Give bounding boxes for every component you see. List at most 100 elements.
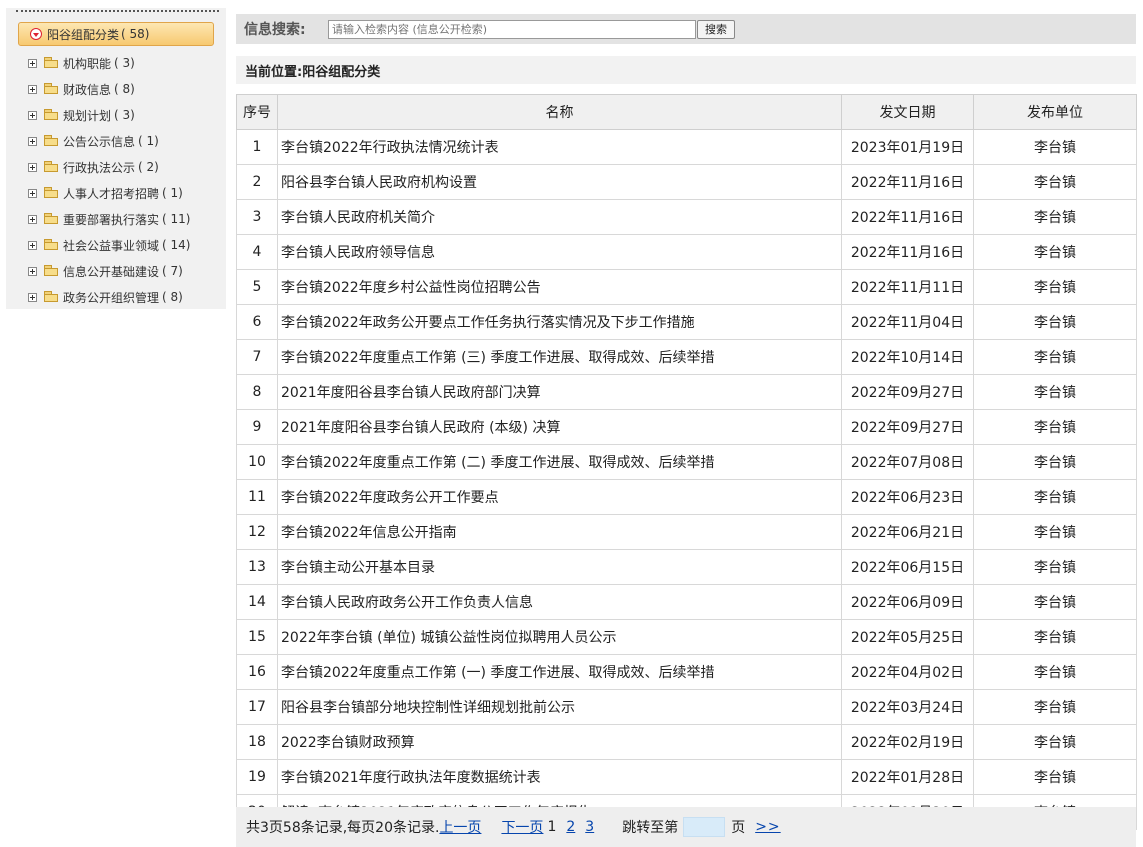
table-row: 4 李台镇人民政府领导信息 2022年11月16日 李台镇 bbox=[236, 234, 1137, 270]
tree-root-label: 阳谷组配分类 bbox=[47, 27, 120, 42]
document-title-link[interactable]: 李台镇主动公开基本目录 bbox=[277, 549, 842, 585]
document-title-link[interactable]: 李台镇2022年度重点工作第 (二) 季度工作进展、取得成效、后续举措 bbox=[277, 444, 842, 480]
sidebar-item[interactable]: 公告公示信息( 1) bbox=[28, 128, 190, 154]
sidebar-item-label: 行政执法公示 bbox=[63, 160, 136, 175]
folder-icon bbox=[44, 108, 58, 120]
folder-icon bbox=[44, 134, 58, 146]
sidebar-item-count: ( 3) bbox=[114, 108, 135, 122]
prev-page-link[interactable]: 上一页 bbox=[439, 817, 481, 837]
publish-unit: 李台镇 bbox=[973, 444, 1137, 480]
expand-icon[interactable] bbox=[28, 58, 37, 68]
publish-unit: 李台镇 bbox=[973, 304, 1137, 340]
folder-icon bbox=[44, 290, 58, 302]
sidebar-item-label: 社会公益事业领域 bbox=[63, 238, 160, 253]
publish-unit: 李台镇 bbox=[973, 199, 1137, 235]
document-title-link[interactable]: 2022李台镇财政预算 bbox=[277, 724, 842, 760]
jump-page-input[interactable] bbox=[683, 817, 726, 837]
sidebar-item[interactable]: 政务公开组织管理( 8) bbox=[28, 284, 190, 310]
collapse-icon[interactable] bbox=[30, 28, 42, 40]
row-number: 15 bbox=[236, 619, 278, 655]
publish-date: 2022年06月09日 bbox=[841, 584, 974, 620]
sidebar-item[interactable]: 重要部署执行落实( 11) bbox=[28, 206, 190, 232]
row-number: 2 bbox=[236, 164, 278, 200]
document-title-link[interactable]: 李台镇2022年度重点工作第 (三) 季度工作进展、取得成效、后续举措 bbox=[277, 339, 842, 375]
sidebar-item[interactable]: 信息公开基础建设( 7) bbox=[28, 258, 190, 284]
table-row: 19 李台镇2021年度行政执法年度数据统计表 2022年01月28日 李台镇 bbox=[236, 759, 1137, 795]
publish-unit: 李台镇 bbox=[973, 164, 1137, 200]
row-number: 4 bbox=[236, 234, 278, 270]
sidebar-item[interactable]: 行政执法公示( 2) bbox=[28, 154, 190, 180]
expand-icon[interactable] bbox=[28, 162, 37, 172]
expand-icon[interactable] bbox=[28, 84, 37, 94]
folder-icon bbox=[44, 56, 58, 68]
table-row: 9 2021年度阳谷县李台镇人民政府 (本级) 决算 2022年09月27日 李台镇 bbox=[236, 409, 1137, 445]
document-title-link[interactable]: 2022年李台镇 (单位) 城镇公益性岗位拟聘用人员公示 bbox=[277, 619, 842, 655]
document-title-link[interactable]: 2021年度阳谷县李台镇人民政府 (本级) 决算 bbox=[277, 409, 842, 445]
search-bar: 信息搜索: 搜索 bbox=[236, 14, 1136, 44]
sidebar-item-count: ( 1) bbox=[138, 134, 159, 148]
expand-icon[interactable] bbox=[28, 188, 37, 198]
expand-icon[interactable] bbox=[28, 214, 37, 224]
header-unit: 发布单位 bbox=[973, 94, 1137, 130]
table-row: 12 李台镇2022年信息公开指南 2022年06月21日 李台镇 bbox=[236, 514, 1137, 550]
publish-unit: 李台镇 bbox=[973, 724, 1137, 760]
publish-date: 2022年02月19日 bbox=[841, 724, 974, 760]
document-title-link[interactable]: 李台镇2022年度乡村公益性岗位招聘公告 bbox=[277, 269, 842, 305]
expand-icon[interactable] bbox=[28, 266, 37, 276]
publish-date: 2022年04月02日 bbox=[841, 654, 974, 690]
document-title-link[interactable]: 李台镇2022年行政执法情况统计表 bbox=[277, 129, 842, 165]
publish-date: 2022年11月04日 bbox=[841, 304, 974, 340]
document-title-link[interactable]: 李台镇2021年度行政执法年度数据统计表 bbox=[277, 759, 842, 795]
publish-unit: 李台镇 bbox=[973, 759, 1137, 795]
publish-date: 2022年06月15日 bbox=[841, 549, 974, 585]
jump-go-link[interactable]: >> bbox=[755, 819, 780, 835]
document-title-link[interactable]: 李台镇2022年政务公开要点工作任务执行落实情况及下步工作措施 bbox=[277, 304, 842, 340]
publish-unit: 李台镇 bbox=[973, 269, 1137, 305]
tree-root-node[interactable]: 阳谷组配分类 ( 58) bbox=[18, 22, 214, 46]
table-row: 18 2022李台镇财政预算 2022年02月19日 李台镇 bbox=[236, 724, 1137, 760]
document-title-link[interactable]: 阳谷县李台镇部分地块控制性详细规划批前公示 bbox=[277, 689, 842, 725]
publish-unit: 李台镇 bbox=[973, 374, 1137, 410]
document-title-link[interactable]: 李台镇2022年度重点工作第 (一) 季度工作进展、取得成效、后续举措 bbox=[277, 654, 842, 690]
publish-date: 2022年09月27日 bbox=[841, 374, 974, 410]
expand-icon[interactable] bbox=[28, 292, 37, 302]
sidebar-item[interactable]: 社会公益事业领域( 14) bbox=[28, 232, 190, 258]
publish-unit: 李台镇 bbox=[973, 514, 1137, 550]
sidebar-item[interactable]: 财政信息( 8) bbox=[28, 76, 190, 102]
sidebar-item-label: 重要部署执行落实 bbox=[63, 212, 160, 227]
breadcrumb: 当前位置: 阳谷组配分类 bbox=[236, 56, 1136, 84]
document-title-link[interactable]: 李台镇人民政府机关简介 bbox=[277, 199, 842, 235]
table-header-row: 序号 名称 发文日期 发布单位 bbox=[236, 94, 1137, 130]
publish-date: 2022年11月16日 bbox=[841, 164, 974, 200]
search-input[interactable] bbox=[328, 19, 696, 39]
document-title-link[interactable]: 李台镇人民政府领导信息 bbox=[277, 234, 842, 270]
publish-date: 2022年03月24日 bbox=[841, 689, 974, 725]
expand-icon[interactable] bbox=[28, 136, 37, 146]
expand-icon[interactable] bbox=[28, 110, 37, 120]
sidebar-item[interactable]: 规划计划( 3) bbox=[28, 102, 190, 128]
document-title-link[interactable]: 李台镇2022年度政务公开工作要点 bbox=[277, 479, 842, 515]
publish-unit: 李台镇 bbox=[973, 479, 1137, 515]
sidebar-item-label: 信息公开基础建设 bbox=[63, 264, 160, 279]
sidebar-item[interactable]: 人事人才招考招聘( 1) bbox=[28, 180, 190, 206]
sidebar-item-count: ( 8) bbox=[114, 82, 135, 96]
row-number: 17 bbox=[236, 689, 278, 725]
folder-icon bbox=[44, 264, 58, 276]
folder-icon bbox=[44, 160, 58, 172]
page-link-3[interactable]: 3 bbox=[585, 819, 594, 835]
row-number: 10 bbox=[236, 444, 278, 480]
sidebar-item-count: ( 2) bbox=[138, 160, 159, 174]
search-button[interactable]: 搜索 bbox=[697, 19, 735, 39]
expand-icon[interactable] bbox=[28, 240, 37, 250]
document-title-link[interactable]: 阳谷县李台镇人民政府机构设置 bbox=[277, 164, 842, 200]
row-number: 18 bbox=[236, 724, 278, 760]
folder-icon bbox=[44, 238, 58, 250]
sidebar-item-count: ( 11) bbox=[162, 212, 191, 226]
document-title-link[interactable]: 李台镇人民政府政务公开工作负责人信息 bbox=[277, 584, 842, 620]
next-page-link[interactable]: 下一页 bbox=[501, 817, 543, 837]
publish-date: 2022年07月08日 bbox=[841, 444, 974, 480]
document-title-link[interactable]: 2021年度阳谷县李台镇人民政府部门决算 bbox=[277, 374, 842, 410]
page-link-2[interactable]: 2 bbox=[566, 819, 575, 835]
sidebar-item[interactable]: 机构职能( 3) bbox=[28, 50, 190, 76]
document-title-link[interactable]: 李台镇2022年信息公开指南 bbox=[277, 514, 842, 550]
